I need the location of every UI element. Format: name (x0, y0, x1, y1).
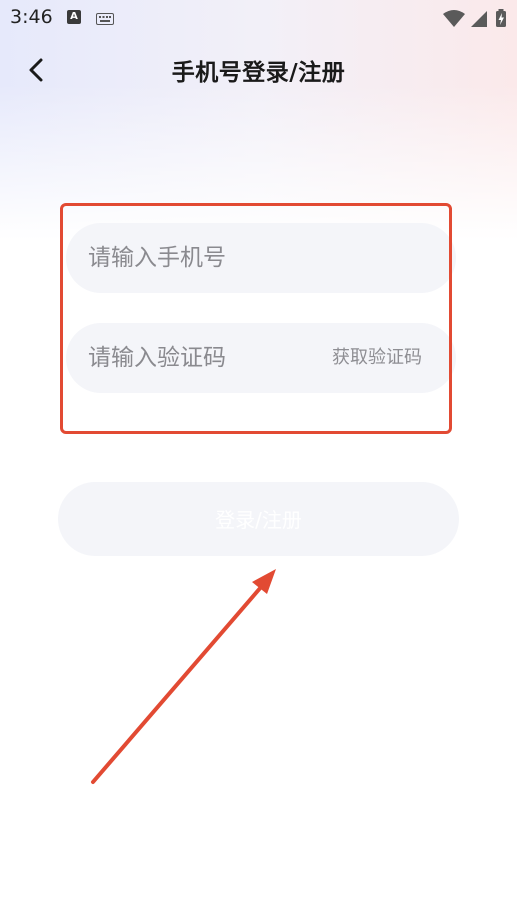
a-notification-icon: A (67, 10, 81, 24)
get-code-button[interactable]: 获取验证码 (332, 323, 422, 393)
header-gradient-background (0, 0, 517, 240)
login-register-button[interactable]: 登录/注册 (58, 482, 459, 556)
code-input-row: 获取验证码 (66, 323, 456, 393)
status-right-icons (443, 8, 509, 32)
page-title: 手机号登录/注册 (171, 60, 346, 86)
status-time: 3:46 (10, 6, 53, 28)
keyboard-icon (96, 10, 114, 29)
status-bar: 3:46 A (0, 0, 517, 36)
wifi-icon (443, 10, 465, 27)
cellular-signal-icon (471, 11, 487, 27)
phone-input-row (66, 223, 456, 293)
phone-input[interactable] (88, 223, 308, 293)
verification-code-input[interactable] (88, 323, 308, 393)
battery-charging-icon (496, 9, 506, 27)
